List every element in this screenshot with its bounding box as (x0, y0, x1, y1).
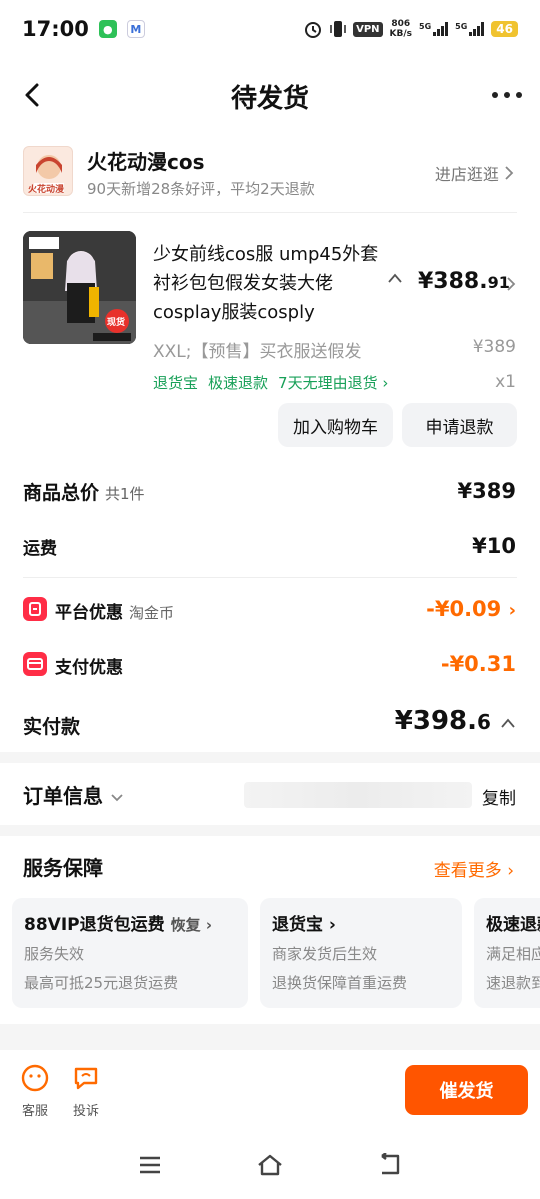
mail-icon: M (126, 20, 145, 38)
chevron-right-icon[interactable] (506, 276, 516, 292)
complain-icon (74, 1067, 98, 1090)
payment-discount-icon (23, 652, 47, 676)
tag-fast-refund: 极速退款 (208, 374, 269, 392)
goods-total-label: 商品总价 共1件 (23, 482, 145, 504)
system-nav-bar (0, 1135, 540, 1199)
paid-amount-label: 实付款 (23, 716, 81, 738)
product-title[interactable]: 少女前线cos服 ump45外套衬衫包包假发女装大佬cosplay服装cospl… (153, 240, 385, 327)
vpn-badge: VPN (353, 21, 383, 37)
shop-subtitle: 90天新增28条好评，平均2天退款 (87, 180, 315, 198)
platform-discount-value[interactable]: -¥0.09 › (426, 597, 516, 621)
chevron-up-icon (501, 718, 515, 728)
order-info-title[interactable]: 订单信息 (23, 780, 124, 809)
chevron-down-icon (111, 794, 123, 802)
tag-7day-return: 7天无理由退货 › (278, 374, 389, 392)
network-speed: 806 KB/s (389, 19, 413, 39)
service-card-88vip[interactable]: 88VIP退货包运费 恢复 › 服务失效 最高可抵25元退货运费 (12, 898, 248, 1008)
alarm-icon (305, 22, 322, 38)
service-title: 服务保障 (23, 856, 103, 880)
order-number-redacted (244, 782, 472, 808)
customer-service-icon (21, 1064, 49, 1092)
service-tags[interactable]: 退货宝 极速退款 7天无理由退货 › (153, 372, 388, 393)
menu-icon[interactable] (138, 1155, 162, 1175)
restore-link[interactable]: 恢复 › (171, 916, 212, 934)
customer-service-button[interactable]: 客服 (15, 1064, 55, 1119)
signal-icon-2: 5G (455, 22, 485, 36)
stock-badge: 现货 (107, 318, 126, 328)
add-to-cart-button[interactable]: 加入购物车 (278, 403, 393, 447)
product-quantity: x1 (495, 372, 516, 392)
request-refund-button[interactable]: 申请退款 (402, 403, 517, 447)
divider (23, 212, 517, 213)
visit-shop-link[interactable]: 进店逛逛 (435, 161, 514, 185)
more-icon[interactable] (492, 92, 522, 98)
view-more-link[interactable]: 查看更多 › (434, 856, 514, 881)
shipping-label: 运费 (23, 539, 57, 559)
shop-logo[interactable]: 火花动漫 (23, 146, 73, 196)
battery-icon: 46 (491, 21, 518, 37)
product-spec: XXL;【预售】买衣服送假发 (153, 342, 362, 362)
bottom-action-bar: 客服 投诉 催发货 (0, 1050, 540, 1135)
payment-discount-label: 支付优惠 (55, 658, 123, 678)
original-price: ¥389 (472, 337, 516, 357)
chevron-right-icon (505, 166, 514, 180)
shipping-value: ¥10 (472, 534, 516, 558)
complain-button[interactable]: 投诉 (66, 1064, 106, 1119)
urge-shipment-button[interactable]: 催发货 (405, 1065, 528, 1115)
tag-return-insurance: 退货宝 (153, 374, 199, 392)
wechat-icon: ● (98, 20, 117, 38)
platform-discount-label: 平台优惠 淘金币 (55, 603, 175, 623)
status-bar: 17:00 ● M VPN 806 KB/s 5G 5G 46 (0, 0, 540, 58)
page-title: 待发货 (230, 84, 309, 114)
home-icon[interactable] (256, 1153, 284, 1177)
status-time: 17:00 (22, 17, 89, 41)
nav-bar: 待发货 (0, 58, 540, 134)
platform-discount-icon (23, 597, 47, 621)
vibrate-icon (330, 21, 346, 37)
payment-discount-value: -¥0.31 (440, 652, 516, 676)
shop-name[interactable]: 火花动漫cos (87, 146, 205, 175)
goods-total-value: ¥389 (457, 479, 516, 503)
chevron-up-icon[interactable] (387, 272, 403, 284)
product-image[interactable]: 现货 (23, 231, 136, 344)
copy-button[interactable]: 复制 (482, 784, 516, 809)
divider (23, 577, 517, 578)
service-card-return-insurance[interactable]: 退货宝 › 商家发货后生效 退换货保障首重运费 (260, 898, 462, 1008)
signal-icon: 5G (419, 22, 449, 36)
product-price: ¥388.91 (418, 269, 510, 294)
service-card-fast-refund[interactable]: 极速退款 满足相应条件时 速退款到账 (474, 898, 540, 1008)
back-nav-icon[interactable] (378, 1153, 404, 1177)
paid-amount-value[interactable]: ¥398.6 (395, 706, 516, 736)
